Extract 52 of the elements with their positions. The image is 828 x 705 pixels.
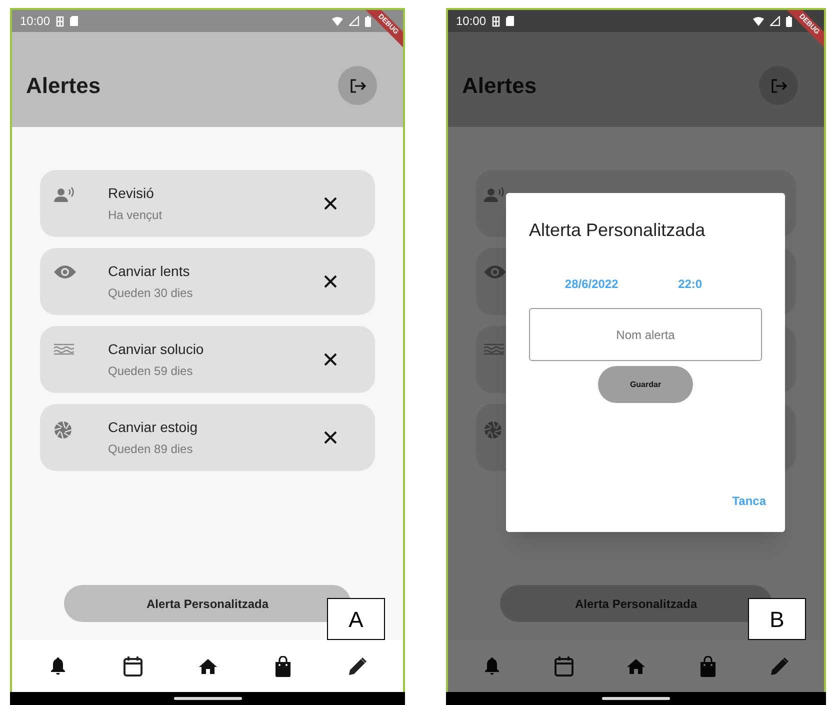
alert-subtitle: Queden 30 dies [108, 285, 194, 302]
close-icon [324, 353, 336, 366]
alert-card[interactable]: Canviar lents Queden 30 dies [40, 248, 375, 315]
name-field[interactable]: Nom alerta [529, 308, 762, 361]
aperture-icon [54, 421, 72, 439]
waves-icon [54, 343, 74, 355]
alert-card[interactable]: Revisió Ha vençut [40, 170, 375, 237]
alert-card[interactable]: Canviar estoig Queden 89 dies [40, 404, 375, 471]
sd-card-icon [506, 16, 514, 26]
alert-title: Canviar lents [108, 262, 191, 281]
signal-icon [770, 16, 780, 26]
figure-label: A [327, 598, 385, 640]
status-time: 10:00 [20, 13, 50, 30]
dialog-title: Alterta Personalitzada [529, 219, 706, 242]
wifi-icon [332, 16, 343, 26]
logout-icon [350, 78, 366, 92]
close-icon [324, 431, 336, 444]
alert-subtitle: Ha vençut [108, 207, 164, 224]
sd-card-icon [70, 16, 78, 26]
calendar-icon[interactable] [122, 656, 142, 676]
alert-subtitle: Queden 59 dies [108, 363, 194, 380]
wifi-icon [753, 16, 764, 26]
sim-icon [56, 16, 64, 26]
aperture-icon [484, 421, 502, 439]
signal-icon [349, 16, 359, 26]
page-title: Alertes [26, 72, 101, 100]
close-icon [324, 197, 336, 210]
battery-icon [365, 16, 371, 26]
alert-title: Canviar estoig [108, 418, 198, 437]
logout-button[interactable] [338, 66, 377, 105]
pencil-icon[interactable] [348, 657, 366, 675]
eye-icon [484, 265, 506, 279]
alert-title: Canviar solucio [108, 340, 205, 359]
alert-card[interactable]: Canviar solucio Queden 59 dies [40, 326, 375, 393]
eye-icon [54, 265, 76, 279]
bell-icon[interactable] [50, 657, 64, 675]
shopping-bag-icon[interactable] [274, 656, 290, 676]
sim-icon [492, 16, 500, 26]
status-time: 10:00 [456, 13, 486, 30]
person-sound-icon [54, 187, 76, 203]
page-title: Alertes [462, 72, 537, 100]
figure-label: B [748, 598, 806, 640]
battery-icon [786, 16, 792, 26]
logout-icon [770, 78, 786, 92]
person-sound-icon [484, 187, 506, 203]
home-icon[interactable] [198, 658, 216, 674]
waves-icon [484, 343, 504, 355]
alert-subtitle: Queden 89 dies [108, 441, 194, 458]
alert-title: Revisió [108, 184, 155, 203]
close-icon [324, 275, 336, 288]
custom-alert-button[interactable]: Alerta Personalitzada [64, 585, 351, 622]
save-button[interactable]: Guardar [598, 366, 693, 403]
